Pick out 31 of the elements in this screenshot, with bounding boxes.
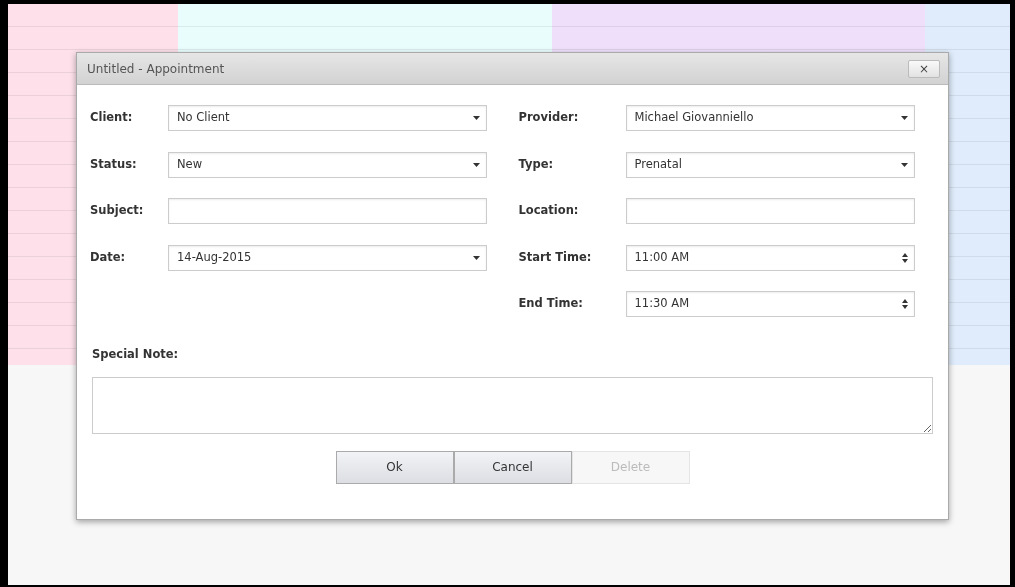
close-button[interactable]: × <box>908 59 940 78</box>
dialog-button[interactable]: Ok <box>335 450 454 484</box>
dropdown-caret-icon[interactable] <box>472 162 480 167</box>
dropdown-caret-icon[interactable] <box>901 116 908 120</box>
window-title: Untitled - Appointment <box>87 60 225 78</box>
text-field[interactable] <box>168 198 487 224</box>
field-label: Special Note: <box>92 345 179 363</box>
dropdown[interactable]: Michael Giovanniello <box>625 105 915 131</box>
field-label: Status: <box>90 155 138 173</box>
text-field[interactable] <box>625 198 915 224</box>
field-label: Date: <box>90 248 127 266</box>
note-field[interactable] <box>92 376 933 434</box>
dropdown[interactable]: Prenatal <box>625 151 915 178</box>
spinner-arrows-icon[interactable] <box>902 252 908 263</box>
time-spinner[interactable]: 11:30 AM <box>625 291 915 317</box>
dialog-button[interactable]: Cancel <box>453 450 572 484</box>
dropdown-caret-icon[interactable] <box>472 255 480 260</box>
spinner-arrows-icon[interactable] <box>902 299 908 309</box>
dropdown[interactable]: 14-Aug-2015 <box>168 244 487 271</box>
field-label: Type: <box>518 155 555 173</box>
field-label: Location: <box>518 202 580 220</box>
dropdown-caret-icon[interactable] <box>901 162 908 167</box>
field-label: Client: <box>90 109 134 127</box>
time-spinner[interactable]: 11:00 AM <box>625 244 915 271</box>
field-label: End Time: <box>518 295 584 313</box>
field-label: Subject: <box>90 202 145 220</box>
field-label: Start Time: <box>518 248 593 266</box>
dropdown[interactable]: No Client <box>168 105 487 131</box>
dropdown-caret-icon[interactable] <box>472 116 480 120</box>
field-label: Provider: <box>518 109 580 127</box>
dropdown[interactable]: New <box>168 151 487 178</box>
